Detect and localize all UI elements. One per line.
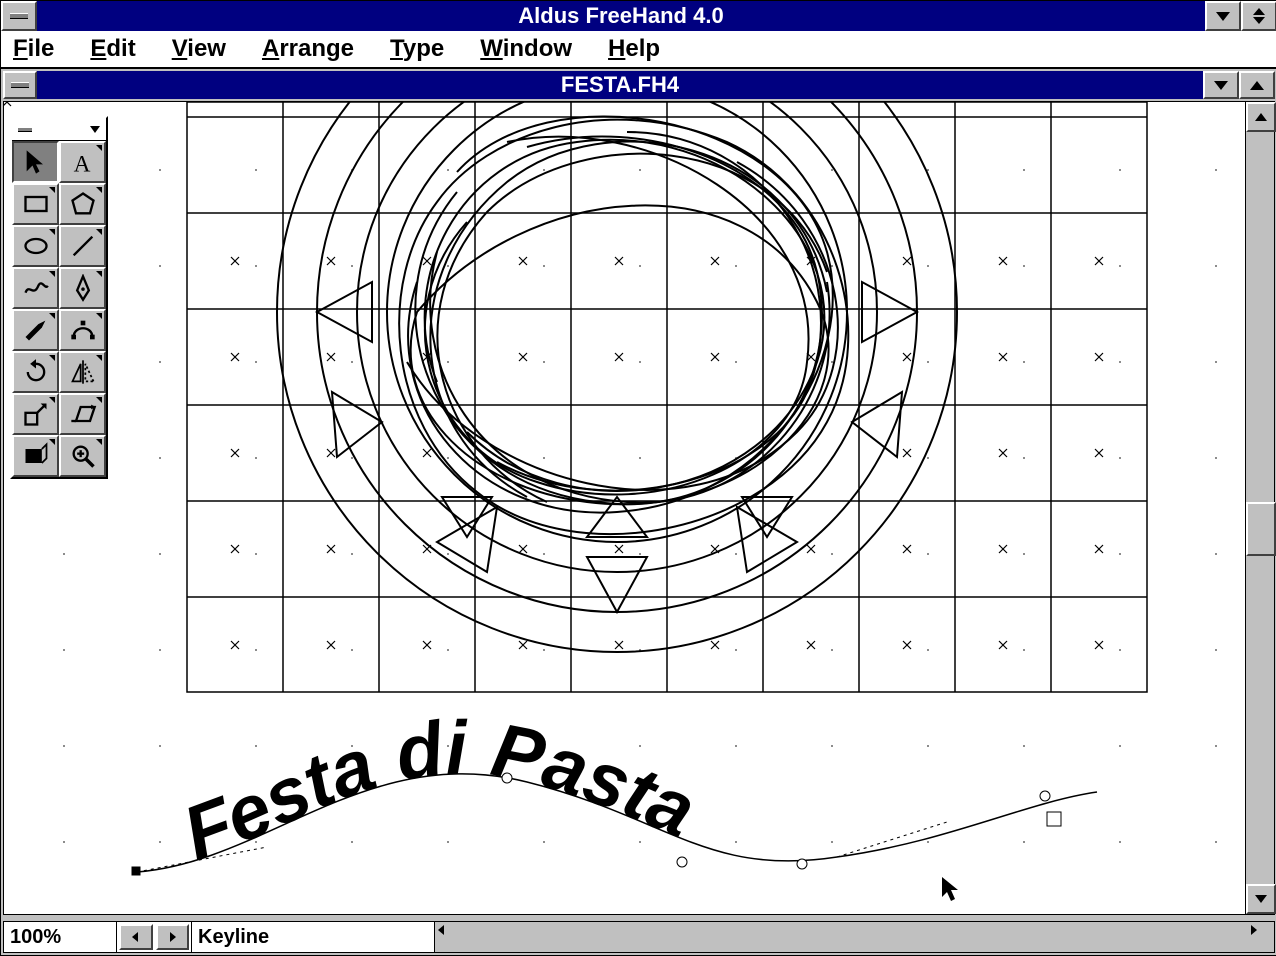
knife-tool[interactable] [12, 309, 59, 351]
artwork: Festa di Pasta [4, 102, 1246, 914]
spaghetti-scribble [399, 116, 848, 534]
scale-tool[interactable] [12, 393, 59, 435]
app-minimize-button[interactable] [1205, 1, 1241, 31]
menu-view[interactable]: View [172, 35, 226, 63]
svg-text:A: A [73, 151, 90, 176]
text-tool[interactable]: A [59, 141, 106, 183]
scroll-track[interactable] [461, 924, 1248, 950]
document-system-menu[interactable] [3, 71, 37, 99]
zoom-level[interactable]: 100% [4, 922, 117, 952]
document-minimize-button[interactable] [1203, 71, 1239, 99]
menu-edit[interactable]: Edit [90, 35, 135, 63]
menubar: File Edit View Arrange Type Window Help [1, 31, 1276, 69]
menu-window[interactable]: Window [480, 35, 572, 63]
text-on-path[interactable]: Festa di Pasta [172, 706, 707, 877]
scroll-up-button[interactable] [1246, 102, 1276, 132]
rotate-tool[interactable] [12, 351, 59, 393]
document-titlebar: FESTA.FH4 [3, 71, 1275, 99]
menu-help[interactable]: Help [608, 35, 660, 63]
statusbar: 100% Keyline [3, 921, 1275, 953]
view-mode[interactable]: Keyline [192, 922, 435, 952]
cursor-arrow-icon [942, 877, 958, 901]
object-bounds-grid [187, 102, 1147, 692]
toolbox-titlebar[interactable] [12, 118, 106, 141]
scroll-right-button[interactable] [1248, 924, 1274, 950]
grid-x-marks [4, 102, 1103, 649]
next-page-button[interactable] [156, 924, 190, 950]
app-titlebar: Aldus FreeHand 4.0 [1, 1, 1276, 31]
scroll-down-button[interactable] [1246, 884, 1276, 914]
polygon-tool[interactable] [59, 183, 106, 225]
document-title: FESTA.FH4 [37, 71, 1203, 99]
scroll-left-button[interactable] [435, 924, 461, 950]
pointer-tool[interactable] [12, 141, 59, 183]
app-title: Aldus FreeHand 4.0 [37, 1, 1205, 31]
ellipse-tool[interactable] [12, 225, 59, 267]
document-workarea[interactable]: Festa di Pasta [3, 101, 1275, 915]
toolbox-system-menu[interactable] [12, 118, 38, 140]
skew-tool[interactable] [59, 393, 106, 435]
trace-tool[interactable] [12, 435, 59, 477]
freehand-tool[interactable] [12, 267, 59, 309]
pen-tool[interactable] [59, 267, 106, 309]
app-system-menu[interactable] [1, 1, 37, 31]
reflect-tool[interactable] [59, 351, 106, 393]
prev-page-button[interactable] [119, 924, 153, 950]
rectangle-tool[interactable] [12, 183, 59, 225]
toolbox-menu-dropdown[interactable] [84, 118, 106, 140]
menu-type[interactable]: Type [390, 35, 444, 63]
scroll-thumb[interactable] [1246, 502, 1276, 556]
app-maximize-button[interactable] [1241, 1, 1276, 31]
document-maximize-button[interactable] [1239, 71, 1275, 99]
document-horizontal-scrollbar[interactable] [435, 922, 1274, 952]
line-tool[interactable] [59, 225, 106, 267]
menu-file[interactable]: File [13, 35, 54, 63]
toolbox-palette[interactable]: A [10, 116, 108, 479]
document-vertical-scrollbar[interactable] [1245, 102, 1274, 914]
canvas[interactable]: Festa di Pasta [4, 102, 1246, 914]
zoom-tool[interactable] [59, 435, 106, 477]
page-nav-buttons [117, 922, 192, 952]
menu-arrange[interactable]: Arrange [262, 35, 354, 63]
bezigon-tool[interactable] [59, 309, 106, 351]
